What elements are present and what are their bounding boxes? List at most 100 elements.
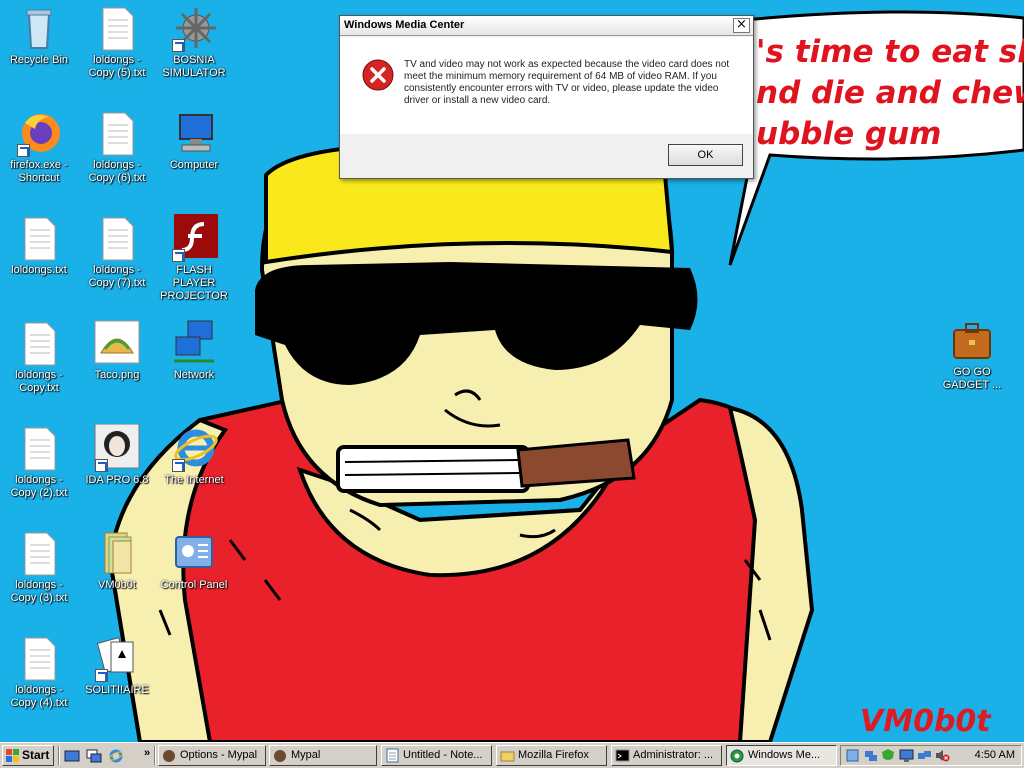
tray-display-icon[interactable] — [899, 748, 914, 763]
desktop-icon-bosnia-simulator[interactable]: BOSNIA SIMULATOR — [156, 4, 232, 80]
control-panel-icon — [170, 529, 218, 577]
internet-explorer-icon — [170, 424, 218, 472]
error-icon — [362, 59, 394, 91]
windows-media-center-icon — [730, 749, 744, 763]
firefox-icon — [15, 109, 63, 157]
folder-icon — [500, 751, 515, 762]
taskbar-button-label: Untitled - Note... — [403, 749, 483, 761]
tray-network-connection-icon[interactable] — [917, 748, 932, 763]
desktop-icon-computer[interactable]: Computer — [156, 109, 232, 172]
taskbar-button-windows-media-center[interactable]: Windows Me... — [726, 745, 837, 766]
briefcase-icon — [948, 316, 996, 364]
error-dialog: Windows Media Center × TV and video may … — [339, 15, 754, 179]
desktop-icon-network[interactable]: Network — [156, 319, 232, 382]
taskbar-button-administrator-cmd[interactable]: Administrator: ... — [611, 745, 722, 766]
taskbar-button-mypal[interactable]: Mypal — [269, 745, 377, 766]
taskbar-button-label: Mypal — [291, 749, 321, 761]
icon-label: firefox.exe - Shortcut — [10, 159, 68, 184]
desktop-icon-go-go-gadget[interactable]: GO GO GADGET ... — [934, 316, 1010, 392]
icon-label: BOSNIA SIMULATOR — [162, 54, 226, 79]
mypal-icon — [274, 750, 286, 762]
close-button[interactable]: × — [733, 18, 750, 33]
desktop-icon-loldongs-copy-2[interactable]: loldongs - Copy (2).txt — [1, 424, 77, 500]
icon-label: loldongs - Copy (2).txt — [10, 474, 68, 499]
text-file-icon — [93, 4, 141, 52]
network-icon — [170, 319, 218, 367]
dialog-title: Windows Media Center — [344, 19, 465, 31]
desktop-icon-flash-player-projector[interactable]: FLASH PLAYER PROJECTOR — [156, 214, 232, 303]
desktop-icon-loldongs[interactable]: loldongs.txt — [1, 214, 77, 277]
ida-pro-icon — [93, 423, 141, 472]
taskbar-button-label: Mozilla Firefox — [518, 749, 589, 761]
shortcut-arrow-icon — [95, 669, 108, 682]
desktop-icon-vm0b0t[interactable]: VM0b0t — [79, 529, 155, 592]
icon-label: Network — [173, 369, 215, 381]
desktop-icon-loldongs-copy[interactable]: loldongs - Copy.txt — [1, 319, 77, 395]
taskbar-button-notepad[interactable]: Untitled - Note... — [381, 745, 492, 766]
icon-label: loldongs - Copy (5).txt — [88, 54, 146, 79]
taskbar-button-mozilla-firefox[interactable]: Mozilla Firefox — [496, 745, 607, 766]
desktop-icon-taco[interactable]: Taco.png — [79, 319, 155, 382]
taskbar: Start » Options - Mypal Mypal Untitled -… — [0, 742, 1024, 768]
solitaire-cards-icon — [93, 634, 141, 682]
taco-image-icon — [93, 319, 141, 367]
tray-app-icon[interactable] — [845, 748, 860, 763]
text-file-icon — [15, 529, 63, 577]
icon-label: loldongs - Copy (4).txt — [10, 684, 68, 709]
ok-button[interactable]: OK — [668, 144, 743, 166]
tray-network-icon[interactable] — [863, 748, 878, 763]
speech-bubble-line-1: 's time to eat shit — [756, 34, 1024, 70]
quick-launch-overflow[interactable]: » — [144, 747, 150, 759]
icon-label: loldongs - Copy (7).txt — [88, 264, 146, 289]
icon-label: IDA PRO 6.8 — [85, 474, 149, 486]
icon-label: loldongs - Copy (3).txt — [10, 579, 68, 604]
taskbar-separator — [58, 746, 60, 765]
folder-icon — [93, 529, 141, 577]
shortcut-arrow-icon — [172, 39, 185, 52]
icon-label: loldongs - Copy.txt — [15, 369, 63, 394]
icon-label: Taco.png — [94, 369, 140, 381]
start-button[interactable]: Start — [2, 745, 54, 766]
taskbar-button-label: Options - Mypal — [180, 749, 258, 761]
desktop-icon-control-panel[interactable]: Control Panel — [156, 529, 232, 592]
icon-label: Recycle Bin — [9, 54, 69, 66]
speech-bubble-line-2: nd die and chew — [756, 75, 1024, 111]
tray-volume-muted-icon[interactable] — [935, 748, 950, 763]
desktop-icon-loldongs-copy-6[interactable]: loldongs - Copy (6).txt — [79, 109, 155, 185]
desktop-icon-solitaire[interactable]: SOLITI!AIRE — [79, 634, 155, 697]
text-file-icon — [93, 214, 141, 262]
icon-label: GO GO GADGET ... — [942, 366, 1002, 391]
dialog-message: TV and video may not work as expected be… — [404, 59, 730, 106]
desktop-icon-loldongs-copy-3[interactable]: loldongs - Copy (3).txt — [1, 529, 77, 605]
spiked-mine-icon — [170, 4, 218, 52]
desktop-icon-loldongs-copy-5[interactable]: loldongs - Copy (5).txt — [79, 4, 155, 80]
text-file-icon — [15, 424, 63, 472]
icon-label: Control Panel — [160, 579, 228, 591]
shortcut-arrow-icon — [172, 459, 185, 472]
start-label: Start — [22, 748, 50, 762]
clock[interactable]: 4:50 AM — [975, 749, 1015, 761]
icon-label: loldongs.txt — [11, 264, 67, 276]
speech-bubble-line-3: ubble gum — [756, 116, 942, 152]
icon-label: FLASH PLAYER PROJECTOR — [160, 264, 228, 302]
desktop-icon-ida-pro[interactable]: IDA PRO 6.8 — [79, 423, 155, 487]
icon-label: loldongs - Copy (6).txt — [88, 159, 146, 184]
internet-explorer-icon[interactable] — [108, 748, 124, 764]
windows-logo-icon — [6, 749, 19, 762]
desktop-icon-firefox-shortcut[interactable]: firefox.exe - Shortcut — [1, 109, 77, 185]
icon-label: The Internet — [164, 474, 224, 486]
tray-security-icon[interactable] — [881, 748, 896, 763]
desktop-icon-recycle-bin[interactable]: Recycle Bin — [1, 4, 77, 67]
icon-label: Computer — [169, 159, 219, 171]
notepad-icon — [386, 748, 399, 763]
desktop-icon-loldongs-copy-4[interactable]: loldongs - Copy (4).txt — [1, 634, 77, 710]
mypal-icon — [163, 750, 175, 762]
recycle-bin-icon — [15, 4, 63, 52]
show-desktop-icon[interactable] — [64, 748, 80, 764]
shortcut-arrow-icon — [172, 249, 185, 262]
desktop-icon-loldongs-copy-7[interactable]: loldongs - Copy (7).txt — [79, 214, 155, 290]
taskbar-button-options-mypal[interactable]: Options - Mypal — [158, 745, 266, 766]
desktop-icon-the-internet[interactable]: The Internet — [156, 424, 232, 487]
dialog-titlebar[interactable]: Windows Media Center × — [340, 16, 753, 36]
switch-windows-icon[interactable] — [86, 748, 102, 764]
